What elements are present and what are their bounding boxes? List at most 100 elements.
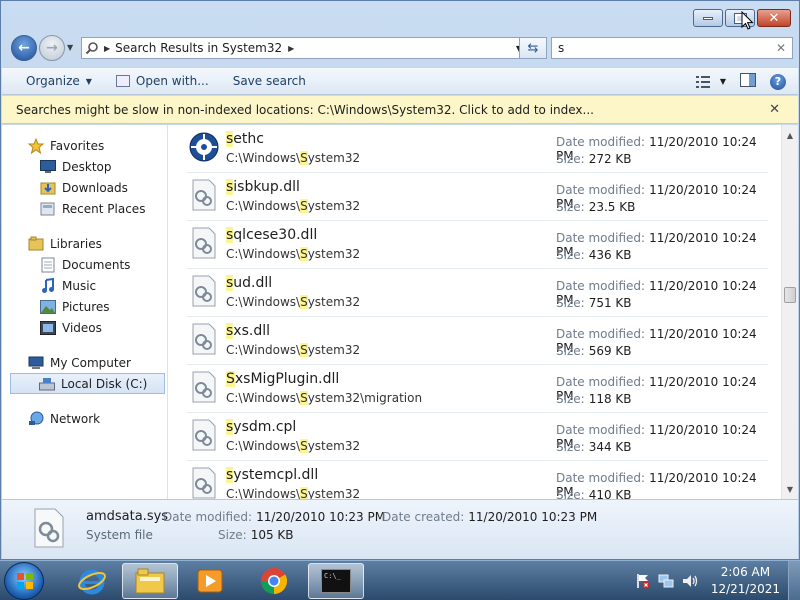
scrollbar-thumb[interactable] [784, 287, 796, 303]
address-bar[interactable]: ▶ Search Results in System32 ▶ ▼ [81, 37, 527, 59]
nav-label: My Computer [50, 355, 131, 370]
nav-item-recent-places[interactable]: Recent Places [2, 198, 167, 219]
nav-item-videos[interactable]: Videos [2, 317, 167, 338]
details-pane: amdsata.sys System file Date modified: 11… [2, 499, 798, 559]
forward-button[interactable]: → [39, 35, 65, 61]
save-search-button[interactable]: Save search [233, 74, 306, 88]
breadcrumb-arrow-icon[interactable]: ▶ [288, 44, 294, 53]
preview-pane-icon [740, 73, 756, 87]
nav-item-libraries[interactable]: Libraries [2, 233, 167, 254]
file-name: sud.dll [226, 275, 273, 291]
disk-icon [39, 376, 55, 392]
taskbar-file-explorer[interactable] [122, 563, 178, 599]
start-button[interactable] [4, 562, 44, 600]
nav-item-downloads[interactable]: Downloads [2, 177, 167, 198]
mouse-cursor-icon [741, 11, 754, 30]
recent-pages-dropdown[interactable]: ▼ [67, 43, 73, 52]
show-desktop-button[interactable] [788, 561, 800, 600]
result-row[interactable]: SxsMigPlugin.dll C:\Windows\System32\mig… [186, 365, 768, 413]
clock[interactable]: 2:06 AM 12/21/2021 [711, 564, 780, 598]
info-bar-text: Searches might be slow in non-indexed lo… [16, 102, 594, 117]
refresh-icon: ⇆ [527, 40, 539, 56]
toolbar-right: ▼ ? [682, 73, 786, 90]
search-clear-button[interactable]: ✕ [776, 41, 786, 55]
result-row[interactable]: sethc C:\Windows\System32 Date modified:… [186, 125, 768, 173]
close-button[interactable]: ✕ [757, 9, 791, 27]
minimize-icon [703, 16, 713, 20]
action-center-icon[interactable] [633, 572, 651, 590]
index-info-bar[interactable]: Searches might be slow in non-indexed lo… [2, 96, 798, 124]
details-date-created: Date created: 11/20/2010 10:23 PM [382, 510, 598, 524]
app-icon [189, 132, 219, 162]
taskbar-media-player[interactable] [182, 563, 238, 599]
file-size: Size: 344 KB [556, 440, 632, 454]
result-row[interactable]: sxs.dll C:\Windows\System32 Date modifie… [186, 317, 768, 365]
dll-icon [192, 323, 216, 355]
refresh-button[interactable]: ⇆ [519, 37, 547, 59]
chevron-down-icon: ▼ [85, 76, 92, 86]
back-button[interactable]: ← [11, 35, 37, 61]
minimize-button[interactable] [693, 9, 723, 27]
music-icon [40, 277, 56, 294]
file-name: sysdm.cpl [226, 419, 297, 435]
system-tray: 2:06 AM 12/21/2021 [633, 561, 800, 600]
navigation-pane: Favorites Desktop Downloads Recent Place… [2, 125, 168, 499]
file-size: Size: 410 KB [556, 488, 632, 499]
nav-item-music[interactable]: Music [2, 275, 167, 296]
nav-label: Music [62, 278, 97, 293]
preview-pane-button[interactable] [740, 73, 756, 90]
nav-item-favorites[interactable]: Favorites [2, 135, 167, 156]
clock-time: 2:06 AM [720, 565, 771, 579]
dll-icon [192, 467, 216, 499]
file-size: Size: 569 KB [556, 344, 632, 358]
result-row[interactable]: sisbkup.dll C:\Windows\System32 Date mod… [186, 173, 768, 221]
forward-arrow-icon: → [46, 40, 58, 56]
result-row[interactable]: sqlcese30.dll C:\Windows\System32 Date m… [186, 221, 768, 269]
nav-group-network: Network [2, 408, 167, 429]
taskbar-command-prompt[interactable]: C:\_ [308, 563, 364, 599]
result-row[interactable]: sysdm.cpl C:\Windows\System32 Date modif… [186, 413, 768, 461]
network-icon [28, 411, 44, 427]
file-size: Size: 118 KB [556, 392, 632, 406]
volume-icon[interactable] [681, 572, 699, 590]
nav-item-network[interactable]: Network [2, 408, 167, 429]
file-path: C:\Windows\System32 [226, 439, 361, 453]
nav-label: Favorites [50, 138, 105, 153]
open-with-button[interactable]: Open with... [115, 74, 209, 88]
dll-icon [192, 419, 216, 451]
nav-group-computer: My Computer Local Disk (C:) [2, 352, 167, 394]
file-path: C:\Windows\System32\migration [226, 391, 423, 405]
dll-icon [192, 179, 216, 211]
nav-item-local-disk[interactable]: Local Disk (C:) [10, 373, 165, 394]
info-bar-close-button[interactable]: ✕ [769, 102, 780, 117]
dll-icon [192, 275, 216, 307]
recent-places-icon [40, 201, 56, 217]
results-scrollbar[interactable]: ▲ ▼ [781, 125, 798, 499]
search-results-list: sethc C:\Windows\System32 Date modified:… [170, 125, 780, 499]
file-name: sxs.dll [226, 323, 270, 339]
nav-item-desktop[interactable]: Desktop [2, 156, 167, 177]
nav-item-documents[interactable]: Documents [2, 254, 167, 275]
command-prompt-icon: C:\_ [321, 569, 351, 593]
documents-icon [40, 257, 56, 273]
clock-date: 12/21/2021 [710, 582, 780, 596]
breadcrumb-arrow-icon[interactable]: ▶ [104, 44, 110, 53]
result-row[interactable]: systemcpl.dll C:\Windows\System32 Date m… [186, 461, 768, 499]
search-input[interactable]: s ✕ [551, 37, 793, 59]
nav-item-pictures[interactable]: Pictures [2, 296, 167, 317]
help-button[interactable]: ? [770, 73, 786, 90]
taskbar-chrome[interactable] [246, 563, 302, 599]
change-view-button[interactable]: ▼ [695, 75, 726, 89]
file-size: Size: 436 KB [556, 248, 632, 262]
nav-label: Desktop [62, 159, 112, 174]
file-size: Size: 23.5 KB [556, 200, 636, 214]
result-row[interactable]: sud.dll C:\Windows\System32 Date modifie… [186, 269, 768, 317]
network-status-icon[interactable] [657, 572, 675, 590]
nav-item-my-computer[interactable]: My Computer [2, 352, 167, 373]
organize-button[interactable]: Organize ▼ [26, 74, 92, 88]
file-path: C:\Windows\System32 [226, 487, 361, 499]
scroll-down-arrow-icon[interactable]: ▼ [782, 481, 798, 497]
scroll-up-arrow-icon[interactable]: ▲ [782, 127, 798, 143]
taskbar-internet-explorer[interactable] [64, 563, 120, 599]
breadcrumb-search-results[interactable]: Search Results in System32 [115, 41, 282, 55]
